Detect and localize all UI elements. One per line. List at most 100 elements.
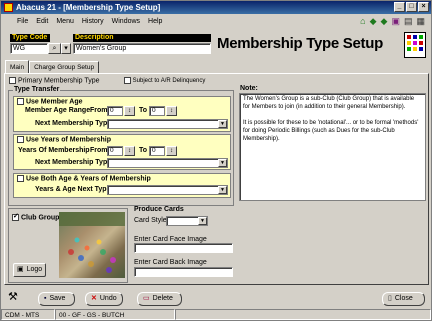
subject-ar-checkbox[interactable]: [124, 77, 131, 84]
tab-charge-group-setup[interactable]: Charge Group Setup: [29, 61, 100, 73]
menu-menu[interactable]: Menu: [52, 18, 78, 25]
membership-logo-icon: [404, 32, 426, 58]
save-label: Save: [49, 295, 66, 302]
tools-icon[interactable]: ⚒: [8, 290, 18, 303]
years-age-next-type-select[interactable]: ▼: [107, 185, 228, 195]
status-segment-3: [175, 309, 431, 320]
use-both-label: Use Both Age & Years of Membership: [25, 175, 151, 183]
tab-main[interactable]: Main: [5, 60, 30, 73]
undo-button[interactable]: ✕ Undo: [85, 292, 123, 306]
years-age-next-type-label: Years & Age Next Type: [35, 186, 111, 193]
years-to-spinner[interactable]: ↕: [166, 146, 177, 156]
age-to-input[interactable]: 0: [149, 106, 165, 116]
use-both-checkbox[interactable]: [17, 175, 24, 182]
card-face-label: Enter Card Face Image: [134, 236, 207, 243]
grid-icon[interactable]: ▦: [416, 15, 425, 27]
primary-membership-checkbox-row[interactable]: Primary Membership Type: [9, 77, 100, 84]
club-group-label: Club Group: [20, 214, 60, 222]
save-icon: ▪: [44, 295, 47, 302]
door-icon: ▯: [388, 295, 392, 302]
produce-cards-title: Produce Cards: [134, 206, 184, 213]
age-to-spinner[interactable]: ↕: [166, 106, 177, 116]
years-to-input[interactable]: 0: [149, 146, 165, 156]
note-label: Note:: [240, 85, 258, 92]
chevron-down-icon: ▼: [198, 217, 207, 225]
use-member-age-checkbox[interactable]: [17, 98, 24, 105]
next-icon[interactable]: ◆: [370, 15, 377, 27]
title-bar: Abacus 21 - [Membership Type Setup] _ □ …: [1, 1, 431, 14]
card-back-label: Enter Card Back Image: [134, 259, 207, 266]
next-membership-type-select-1[interactable]: ▼: [107, 119, 228, 129]
notebook-icon[interactable]: ▣: [391, 15, 400, 27]
note-paragraph-1: The Women's Group is a sub-Club (Club Gr…: [243, 96, 415, 110]
chevron-down-icon: ▼: [218, 159, 227, 167]
age-from-label: From: [90, 107, 108, 114]
club-group-image: [59, 212, 125, 278]
card-face-input[interactable]: [134, 243, 233, 253]
club-group-row[interactable]: Club Group: [12, 212, 60, 222]
age-from-spinner[interactable]: ↕: [124, 106, 135, 116]
years-from-spinner[interactable]: ↕: [124, 146, 135, 156]
print-icon[interactable]: ▤: [404, 15, 413, 27]
picture-icon: ▣: [17, 266, 24, 273]
use-years-label: Use Years of Membership: [25, 136, 112, 144]
status-segment-1: CDM - MTS: [1, 309, 55, 320]
primary-membership-checkbox[interactable]: [9, 77, 16, 84]
description-label: Description: [73, 34, 211, 42]
type-code-input[interactable]: WG: [10, 43, 48, 54]
years-of-membership-label: Years Of Membership: [18, 147, 90, 154]
undo-icon: ✕: [91, 295, 97, 302]
years-from-input[interactable]: 0: [107, 146, 123, 156]
use-member-age-label: Use Member Age: [25, 98, 83, 106]
delete-icon: ▭: [143, 295, 150, 302]
use-years-checkbox[interactable]: [17, 136, 24, 143]
note-paragraph-2: It is possible for these to be 'notation…: [243, 120, 419, 142]
minimize-button[interactable]: _: [394, 2, 405, 12]
menu-file[interactable]: File: [1, 18, 32, 25]
menu-windows[interactable]: Windows: [108, 18, 144, 25]
years-from-label: From: [90, 147, 108, 154]
menu-help[interactable]: Help: [144, 18, 166, 25]
type-transfer-title: Type Transfer: [13, 86, 61, 93]
close-button[interactable]: ▯ Close: [382, 292, 425, 306]
status-bar: CDM - MTS 00 - GF - GS - BUTCH: [1, 309, 431, 321]
subject-ar-label: Subject to A/R Delinquency: [132, 78, 206, 85]
note-textarea[interactable]: The Women's Group is a sub-Club (Club Gr…: [239, 93, 426, 201]
nav-toolbar: ⌂ ◆ ◆ ▣ ▤ ▦: [360, 15, 425, 27]
use-years-row[interactable]: Use Years of Membership: [17, 136, 111, 143]
prev-icon[interactable]: ◆: [381, 15, 388, 27]
age-from-input[interactable]: 0: [107, 106, 123, 116]
page-title: Membership Type Setup: [217, 35, 383, 52]
home-icon[interactable]: ⌂: [360, 15, 365, 27]
menu-edit[interactable]: Edit: [32, 18, 52, 25]
use-both-row[interactable]: Use Both Age & Years of Membership: [17, 175, 151, 182]
close-window-button[interactable]: ×: [418, 2, 429, 12]
window-title: Abacus 21 - [Membership Type Setup]: [16, 3, 161, 12]
menu-history[interactable]: History: [78, 18, 108, 25]
delete-label: Delete: [152, 295, 173, 302]
chevron-down-icon: ▼: [218, 120, 227, 128]
card-style-select[interactable]: ▼: [166, 216, 208, 226]
app-icon: [4, 3, 13, 12]
save-button[interactable]: ▪ Save: [38, 292, 75, 306]
use-member-age-row[interactable]: Use Member Age: [17, 98, 83, 105]
subject-ar-checkbox-row[interactable]: Subject to A/R Delinquency: [124, 77, 205, 84]
type-code-dropdown-button[interactable]: ▾: [61, 43, 71, 54]
card-back-input[interactable]: [134, 267, 233, 277]
next-membership-type-label-2: Next Membership Type: [35, 159, 112, 166]
maximize-button[interactable]: □: [406, 2, 417, 12]
search-icon[interactable]: ⌕: [48, 43, 61, 54]
app-window: Abacus 21 - [Membership Type Setup] _ □ …: [0, 0, 432, 321]
club-group-checkbox[interactable]: [12, 212, 19, 221]
next-membership-type-select-2[interactable]: ▼: [107, 158, 228, 168]
next-membership-type-label-1: Next Membership Type: [35, 120, 112, 127]
type-code-label: Type Code: [10, 34, 50, 42]
primary-membership-label: Primary Membership Type: [17, 77, 100, 85]
close-label: Close: [394, 295, 413, 302]
member-age-range-label: Member Age Range: [25, 107, 91, 114]
delete-button[interactable]: ▭ Delete: [137, 292, 182, 306]
undo-label: Undo: [99, 295, 117, 302]
years-to-label: To: [139, 147, 148, 154]
logo-button[interactable]: ▣ Logo: [13, 263, 47, 277]
description-input[interactable]: Women's Group: [73, 43, 211, 54]
